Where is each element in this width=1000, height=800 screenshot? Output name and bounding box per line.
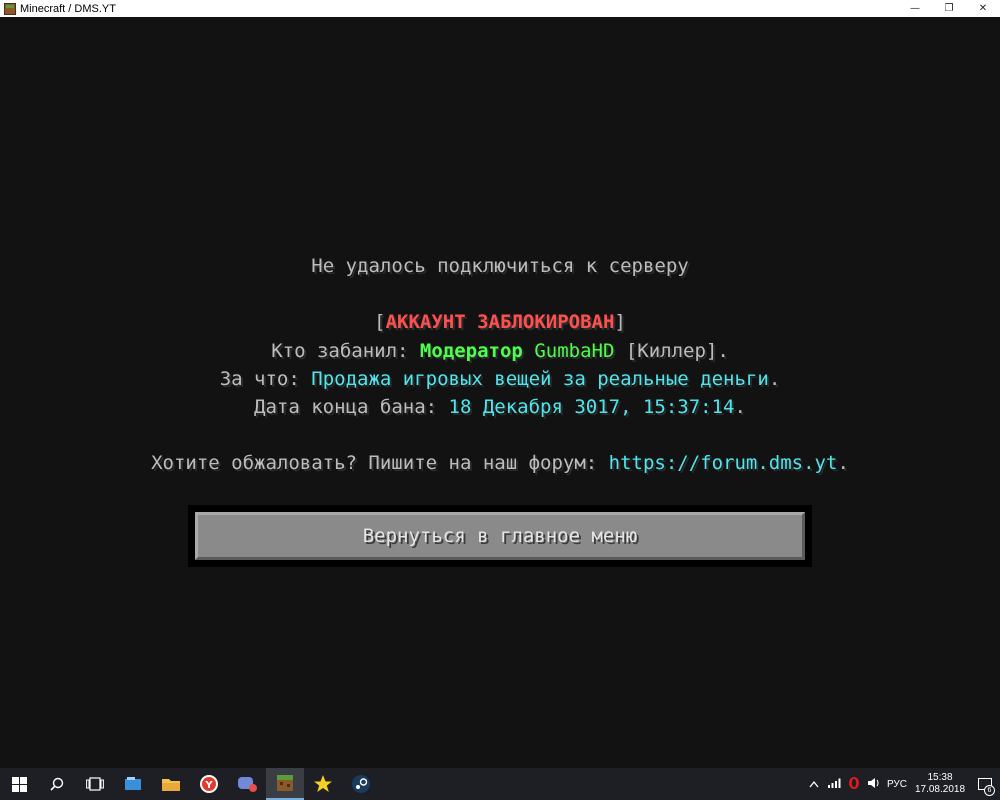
back-to-menu-button[interactable]: Вернуться в главное меню bbox=[195, 512, 805, 560]
explorer-icon[interactable] bbox=[114, 768, 152, 800]
window-title: Minecraft / DMS.YT bbox=[20, 2, 116, 15]
taskbar: Y РУС 15:38 17.08.2018 6 bbox=[0, 768, 1000, 800]
disconnect-screen: Не удалось подключиться к серверу [АККАУ… bbox=[0, 17, 1000, 768]
ban-reason: Продажа игровых вещей за реальные деньги bbox=[311, 368, 769, 390]
search-icon[interactable] bbox=[38, 768, 76, 800]
forum-link[interactable]: https://forum.dms.yt bbox=[609, 452, 838, 474]
moderator-role: Модератор bbox=[419, 340, 523, 362]
close-button[interactable]: ✕ bbox=[966, 0, 1000, 17]
bracket-open: [ bbox=[374, 311, 386, 333]
ban-reason-line: За что: Продажа игровых вещей за реальны… bbox=[0, 368, 1000, 390]
end-label: Дата конца бана: bbox=[254, 396, 449, 418]
system-tray: РУС 15:38 17.08.2018 6 bbox=[804, 768, 1000, 800]
ban-status-line: [АККАУНТ ЗАБЛОКИРОВАН] bbox=[0, 311, 1000, 333]
notification-icon[interactable]: 6 bbox=[970, 768, 1000, 800]
input-language[interactable]: РУС bbox=[884, 779, 910, 790]
restore-button[interactable]: ❐ bbox=[932, 0, 966, 17]
window-titlebar: Minecraft / DMS.YT — ❐ ✕ bbox=[0, 0, 1000, 17]
disconnect-heading: Не удалось подключиться к серверу bbox=[311, 255, 689, 277]
end-suffix: . bbox=[734, 396, 746, 418]
discord-icon[interactable] bbox=[228, 768, 266, 800]
minecraft-icon[interactable] bbox=[266, 768, 304, 800]
ban-end-line: Дата конца бана: 18 Декабря 3017, 15:37:… bbox=[0, 396, 1000, 418]
network-icon[interactable] bbox=[824, 778, 844, 791]
ban-end-date: 18 Декабря 3017, 15:37:14 bbox=[448, 396, 735, 418]
windows-start-icon[interactable] bbox=[0, 768, 38, 800]
bracket-close: ] bbox=[614, 311, 626, 333]
minecraft-app-icon bbox=[4, 2, 16, 15]
yandex-browser-icon[interactable]: Y bbox=[190, 768, 228, 800]
opera-icon[interactable] bbox=[844, 776, 864, 793]
back-button-frame: Вернуться в главное меню bbox=[188, 505, 812, 567]
steam-icon[interactable] bbox=[342, 768, 380, 800]
star-icon[interactable] bbox=[304, 768, 342, 800]
ban-status: АККАУНТ ЗАБЛОКИРОВАН bbox=[385, 311, 615, 333]
window-controls: — ❐ ✕ bbox=[898, 0, 1000, 17]
task-view-icon[interactable] bbox=[76, 768, 114, 800]
svg-text:Y: Y bbox=[204, 780, 213, 791]
folder-icon[interactable] bbox=[152, 768, 190, 800]
chevron-up-icon[interactable] bbox=[804, 778, 824, 791]
notification-count: 6 bbox=[984, 785, 995, 796]
reason-label: За что: bbox=[219, 368, 312, 390]
volume-icon[interactable] bbox=[864, 777, 884, 792]
moderator-name: GumbaHD bbox=[534, 340, 615, 362]
minimize-button[interactable]: — bbox=[898, 0, 932, 17]
taskbar-clock[interactable]: 15:38 17.08.2018 bbox=[910, 772, 970, 796]
appeal-text: Хотите обжаловать? Пишите на наш форум: bbox=[151, 452, 609, 474]
moderator-suffix: [Киллер]. bbox=[614, 340, 729, 362]
clock-time: 15:38 bbox=[927, 772, 953, 783]
clock-date: 17.08.2018 bbox=[914, 784, 966, 795]
banned-by-label: Кто забанил: bbox=[271, 340, 420, 362]
appeal-line: Хотите обжаловать? Пишите на наш форум: … bbox=[0, 452, 1000, 474]
reason-suffix: . bbox=[768, 368, 781, 390]
banned-by-line: Кто забанил: Модератор GumbaHD [Киллер]. bbox=[0, 340, 1000, 362]
appeal-suffix: . bbox=[837, 452, 849, 474]
